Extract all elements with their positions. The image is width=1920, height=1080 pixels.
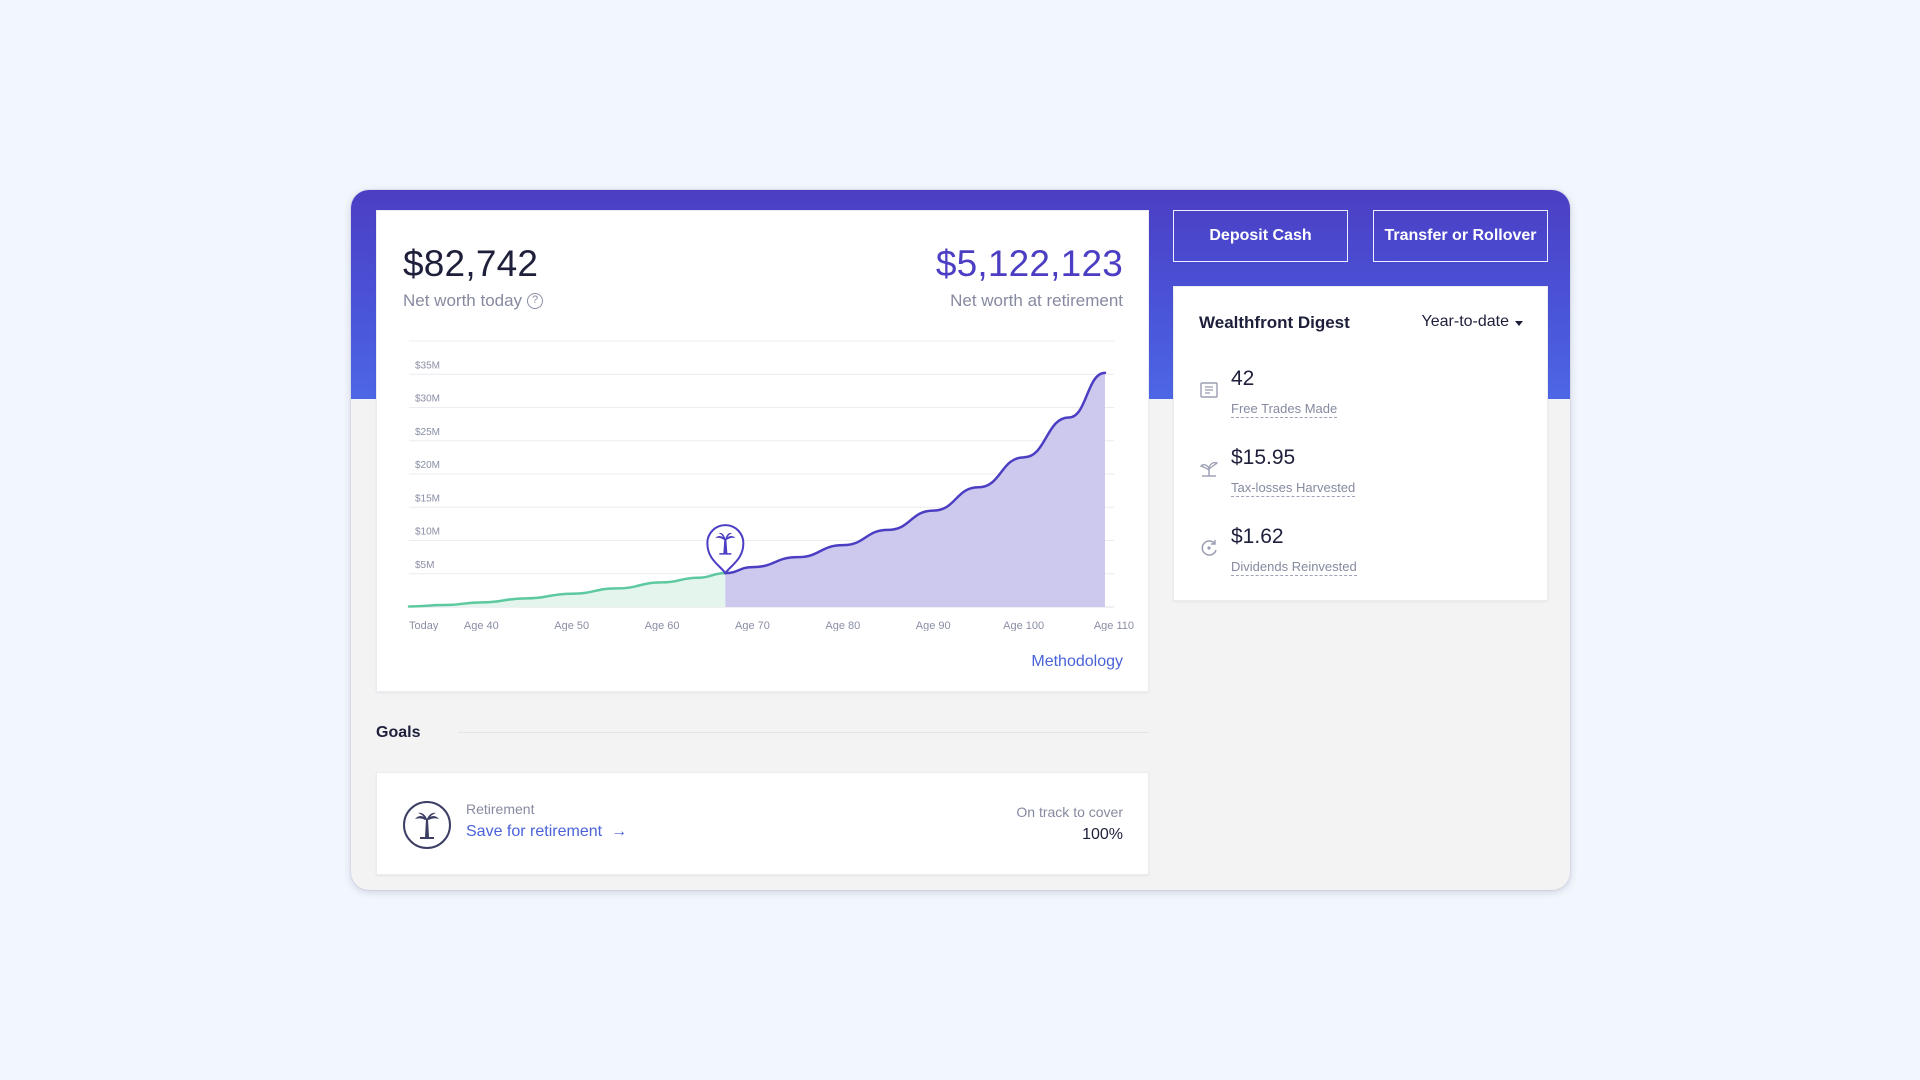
y-tick-label: $5M bbox=[415, 560, 434, 571]
digest-period-dropdown[interactable]: Year-to-date bbox=[1422, 313, 1523, 331]
harvest-icon bbox=[1199, 461, 1219, 477]
net-worth-retirement-value: $5,122,123 bbox=[935, 243, 1123, 284]
deposit-cash-button[interactable]: Deposit Cash bbox=[1173, 210, 1348, 262]
digest-period-value: Year-to-date bbox=[1421, 313, 1509, 330]
goal-status-value: 100% bbox=[1082, 826, 1123, 843]
series-area-post-retirement bbox=[725, 372, 1105, 607]
net-worth-today-value: $82,742 bbox=[403, 243, 539, 284]
palm-tree-icon bbox=[403, 801, 451, 849]
digest-item-label[interactable]: Dividends Reinvested bbox=[1231, 559, 1357, 576]
digest-item-value: 42 bbox=[1231, 367, 1255, 390]
digest-item-value: $1.62 bbox=[1231, 525, 1284, 548]
goals-section-label: Goals bbox=[376, 724, 421, 741]
receipt-icon bbox=[1200, 382, 1218, 398]
net-worth-today-label: Net worth today bbox=[403, 291, 523, 310]
x-tick-label: Age 70 bbox=[735, 620, 770, 631]
digest-title: Wealthfront Digest bbox=[1199, 313, 1350, 332]
x-tick-label: Today bbox=[409, 620, 439, 631]
goals-divider bbox=[458, 732, 1149, 733]
y-tick-label: $10M bbox=[415, 527, 440, 538]
x-tick-label: Age 80 bbox=[825, 620, 860, 631]
digest-item: 42 Free Trades Made bbox=[1198, 367, 1518, 427]
net-worth-card: $5M $10M $15M $20M $25M $30M $35M Today Age 40 Ag… bbox=[376, 210, 1149, 692]
digest-item: $15.95 Tax-losses Harvested bbox=[1198, 446, 1518, 506]
x-tick-label: Age 50 bbox=[554, 620, 589, 631]
y-tick-label: $30M bbox=[415, 394, 440, 405]
x-tick-label: Age 60 bbox=[645, 620, 680, 631]
x-tick-label: Age 100 bbox=[1003, 620, 1044, 631]
goal-category: Retirement bbox=[466, 801, 535, 817]
arrow-right-icon: → bbox=[611, 823, 628, 840]
wealthfront-digest-card: Wealthfront Digest Year-to-date 42 Free … bbox=[1173, 286, 1548, 601]
digest-item-label[interactable]: Free Trades Made bbox=[1231, 401, 1338, 418]
x-tick-label: Age 90 bbox=[916, 620, 951, 631]
digest-item-label[interactable]: Tax-losses Harvested bbox=[1231, 480, 1356, 497]
palm-tree-icon[interactable] bbox=[706, 524, 745, 575]
save-for-retirement-link[interactable]: Save for retirement → bbox=[466, 823, 627, 841]
series-area-pre-retirement bbox=[409, 573, 726, 607]
caret-down-icon bbox=[1515, 320, 1523, 326]
methodology-link[interactable]: Methodology bbox=[1031, 653, 1123, 671]
help-circle-icon[interactable]: ? bbox=[527, 293, 544, 309]
y-tick-label: $25M bbox=[415, 427, 440, 438]
transfer-or-rollover-button[interactable]: Transfer or Rollover bbox=[1373, 210, 1548, 262]
dashboard-panel: $5M $10M $15M $20M $25M $30M $35M Today Age 40 Ag… bbox=[351, 190, 1570, 890]
reinvest-icon bbox=[1201, 540, 1217, 556]
digest-item: $1.62 Dividends Reinvested bbox=[1198, 525, 1518, 585]
net-worth-today-label-row: Net worth today ? bbox=[403, 291, 544, 311]
y-tick-label: $15M bbox=[415, 493, 440, 504]
y-tick-label: $20M bbox=[415, 460, 440, 471]
x-tick-label: Age 110 bbox=[1094, 620, 1134, 631]
x-tick-label: Age 40 bbox=[464, 620, 499, 631]
goal-status-label: On track to cover bbox=[1016, 804, 1123, 820]
y-tick-label: $35M bbox=[415, 360, 440, 371]
digest-item-value: $15.95 bbox=[1231, 446, 1296, 469]
net-worth-retirement-label: Net worth at retirement bbox=[950, 291, 1123, 310]
goal-link-label: Save for retirement bbox=[466, 823, 603, 840]
goal-card-retirement[interactable]: Retirement Save for retirement → On trac… bbox=[376, 772, 1149, 875]
